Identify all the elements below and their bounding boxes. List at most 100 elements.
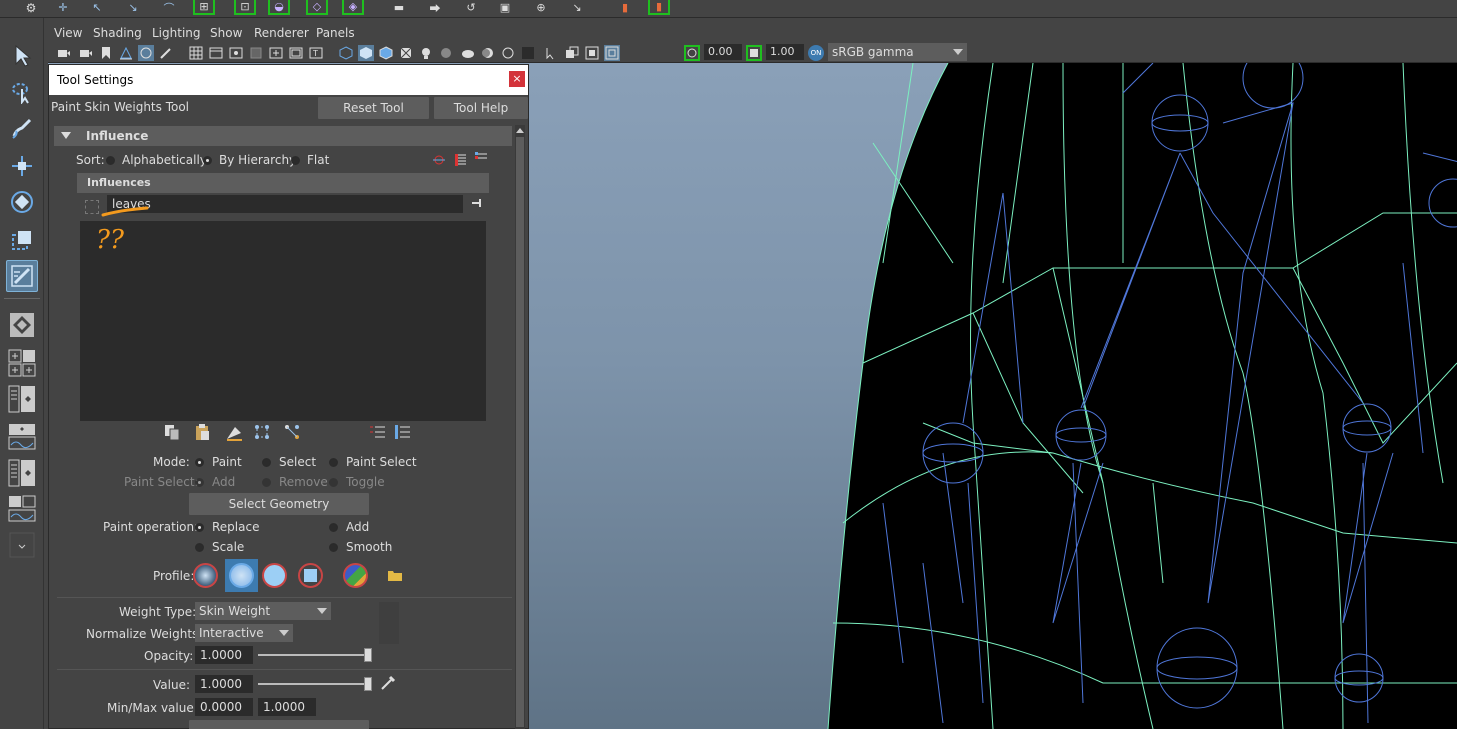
construction-icon[interactable]: ▣ [494, 0, 516, 15]
snap-surface-icon[interactable]: ◈ [342, 0, 364, 15]
tool-help-button[interactable]: Tool Help [434, 97, 528, 119]
panel-titlebar[interactable]: Tool Settings × [49, 65, 528, 95]
collapse-list-icon[interactable] [394, 423, 412, 444]
gamma-field[interactable]: 1.00 [766, 44, 804, 60]
close-icon[interactable]: × [509, 71, 525, 87]
scrollbar-thumb[interactable] [516, 137, 524, 727]
camera-icon[interactable] [56, 45, 72, 61]
single-layout-icon[interactable] [7, 310, 37, 340]
safe-action-icon[interactable] [288, 45, 304, 61]
paint-select-toggle-radio[interactable] [329, 478, 338, 487]
textured-icon[interactable] [398, 45, 414, 61]
output-icon[interactable]: ⮕ [424, 0, 446, 15]
value-slider-track[interactable] [258, 683, 372, 685]
scroll-up-icon[interactable] [516, 125, 524, 135]
list-view-icon[interactable] [454, 153, 468, 170]
menu-lighting[interactable]: Lighting [152, 26, 201, 40]
xray-joints-icon[interactable] [584, 45, 600, 61]
snap-grid-icon[interactable]: ⊞ [193, 0, 215, 15]
gamma-icon[interactable] [746, 45, 762, 61]
scale-tool-icon[interactable] [6, 224, 38, 256]
mode-paint-select-radio[interactable] [329, 458, 338, 467]
paint-select-add-radio[interactable] [195, 478, 204, 487]
influence-section-header[interactable]: Influence [54, 126, 512, 146]
opacity-slider-track[interactable] [258, 654, 372, 656]
op-scale-radio[interactable] [195, 543, 204, 552]
layout-dropdown-icon[interactable] [7, 530, 37, 560]
gear-icon[interactable]: ⚙ [20, 0, 42, 15]
history-icon[interactable]: ↺ [460, 0, 482, 15]
brush-icon[interactable]: ↖ [86, 0, 108, 15]
solid-circle-brush-icon[interactable] [261, 562, 288, 589]
2d-pan-zoom-icon[interactable] [138, 45, 154, 61]
menu-renderer[interactable]: Renderer [254, 26, 309, 40]
paint-select-remove-radio[interactable] [262, 478, 271, 487]
opacity-field[interactable]: 1.0000 [195, 646, 253, 664]
persp-graph-layout-icon[interactable] [7, 494, 37, 524]
lasso-icon[interactable]: ⌒ [158, 0, 180, 15]
menu-shading[interactable]: Shading [93, 26, 142, 40]
move-tool-icon[interactable] [6, 150, 38, 182]
snap-point-icon[interactable]: ◒ [268, 0, 290, 15]
gaussian-brush-icon[interactable] [192, 562, 219, 589]
filter-icon[interactable] [85, 200, 99, 214]
bookmark-icon[interactable] [98, 45, 114, 61]
opacity-slider-handle[interactable] [364, 648, 372, 662]
move-arrow-icon[interactable]: ✛ [52, 0, 74, 15]
op-replace-radio[interactable] [195, 523, 204, 532]
paint-skin-weights-tool-icon[interactable] [6, 260, 38, 292]
paste-weights-icon[interactable] [193, 423, 211, 444]
ipr-icon[interactable]: ↘ [566, 0, 588, 15]
wireframe-icon[interactable] [338, 45, 354, 61]
xray-active-icon[interactable] [604, 45, 620, 61]
op-add-radio[interactable] [329, 523, 338, 532]
shadows-icon[interactable] [438, 45, 454, 61]
color-management-toggle-icon[interactable]: ON [808, 45, 824, 61]
snap-curve-icon[interactable]: ⊡ [234, 0, 256, 15]
resolution-gate-icon[interactable] [228, 45, 244, 61]
mode-select-radio[interactable] [262, 458, 271, 467]
anti-aliasing-icon[interactable] [500, 45, 516, 61]
sort-by-hierarchy-radio[interactable] [203, 156, 212, 165]
lights-icon[interactable] [418, 45, 434, 61]
square-brush-icon[interactable] [297, 562, 324, 589]
menu-show[interactable]: Show [210, 26, 242, 40]
four-view-layout-icon[interactable] [7, 348, 37, 378]
color-space-dropdown[interactable]: sRGB gamma [828, 43, 967, 61]
exposure-icon[interactable] [684, 45, 700, 61]
flood-button[interactable] [189, 720, 369, 729]
xray-icon[interactable] [564, 45, 580, 61]
input-icon[interactable]: ▬ [388, 0, 410, 15]
isolate-select-icon[interactable] [544, 45, 560, 61]
expand-list-icon[interactable] [369, 423, 387, 444]
image-plane-icon[interactable] [118, 45, 134, 61]
camera-marker-icon[interactable]: ▮ [648, 0, 670, 15]
image-brush-icon[interactable] [342, 562, 369, 589]
soft-brush-icon[interactable] [225, 559, 258, 592]
motion-blur-icon[interactable] [480, 45, 496, 61]
grid-icon[interactable] [188, 45, 204, 61]
influence-list[interactable]: ?? [80, 221, 486, 421]
field-chart-icon[interactable] [268, 45, 284, 61]
reset-tool-button[interactable]: Reset Tool [318, 97, 429, 119]
safe-title-icon[interactable]: T [308, 45, 324, 61]
marker-icon[interactable]: ▮ [614, 0, 636, 15]
weight-type-dropdown[interactable]: Skin Weight [195, 602, 331, 620]
paint-select-tool-icon[interactable] [6, 112, 38, 144]
menu-panels[interactable]: Panels [316, 26, 355, 40]
film-gate-icon[interactable] [208, 45, 224, 61]
op-smooth-radio[interactable] [329, 543, 338, 552]
min-value-field[interactable]: 0.0000 [195, 698, 253, 716]
grease-pencil-icon[interactable] [158, 45, 174, 61]
eyedropper-icon[interactable] [380, 675, 396, 694]
exposure-field[interactable]: 0.00 [704, 44, 742, 60]
folder-icon[interactable] [387, 568, 403, 585]
smooth-shade-icon[interactable] [358, 45, 374, 61]
influence-filter-input[interactable]: leaves [107, 195, 463, 213]
select-tool-icon[interactable] [6, 40, 38, 72]
gradient-weights-icon[interactable] [225, 423, 243, 444]
rotate-tool-icon[interactable] [6, 186, 38, 218]
depth-of-field-icon[interactable] [520, 45, 536, 61]
graph-layout-icon[interactable] [7, 422, 37, 452]
sort-flat-radio[interactable] [291, 156, 300, 165]
